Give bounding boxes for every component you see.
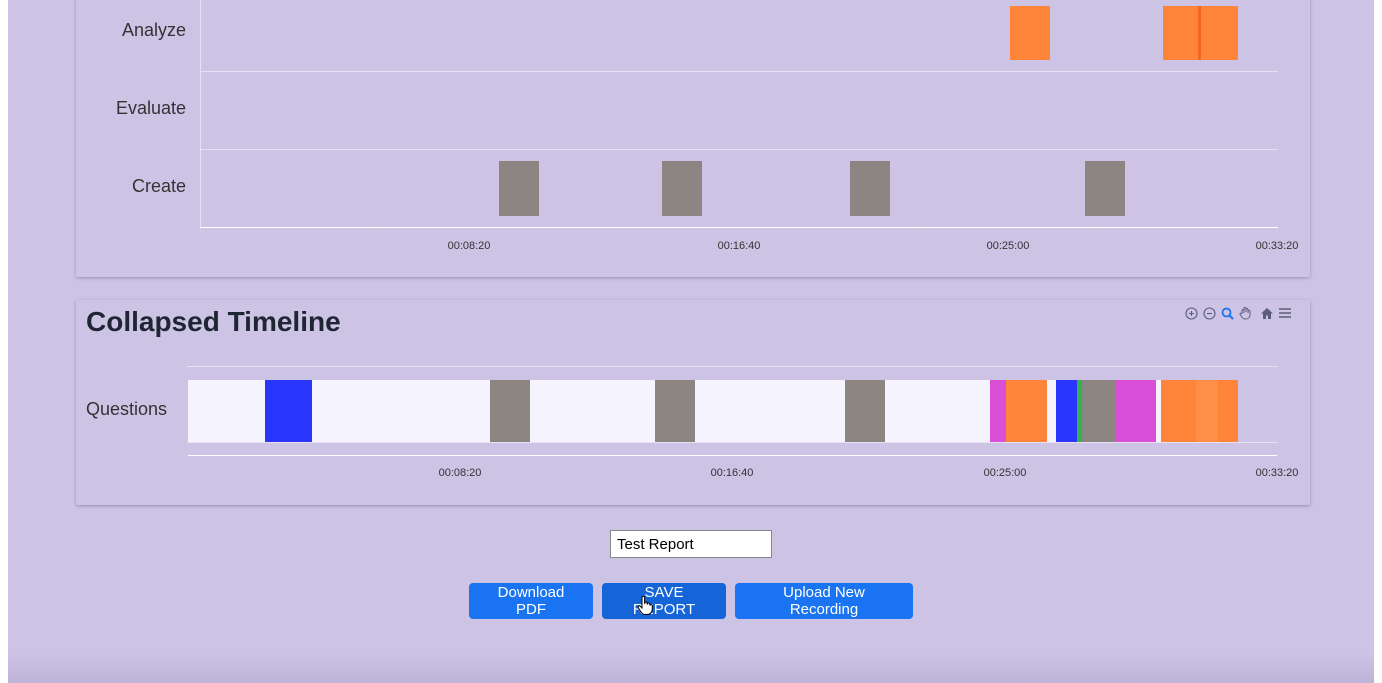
timeline-bar-create[interactable]: [850, 161, 890, 216]
x-tick: [187, 455, 188, 461]
x-tick-label: 00:16:40: [717, 240, 761, 252]
x-tick-label: 00:16:40: [710, 467, 754, 479]
grid-line: [187, 442, 1278, 443]
x-tick: [1277, 455, 1278, 461]
timeline-bar-create[interactable]: [1085, 161, 1125, 216]
x-tick: [1098, 228, 1099, 234]
collapsed-bar[interactable]: [1082, 380, 1115, 442]
chart-toolbar: [1184, 306, 1292, 320]
x-tick: [739, 228, 740, 234]
x-tick: [200, 228, 201, 234]
hand-cursor-icon: [637, 595, 653, 621]
row-label-analyze: Analyze: [121, 20, 186, 40]
collapsed-bar[interactable]: [490, 380, 530, 442]
timeline-card: [76, 0, 1310, 277]
collapsed-bar[interactable]: [265, 380, 312, 442]
x-tick: [918, 228, 919, 234]
x-tick-label: 00:08:20: [438, 467, 482, 479]
collapsed-bar[interactable]: [1006, 380, 1047, 442]
timeline-bar-create[interactable]: [662, 161, 702, 216]
x-tick-label: 00:33:20: [1255, 240, 1299, 252]
report-name-input[interactable]: [610, 530, 772, 558]
row-label-evaluate: Evaluate: [115, 98, 186, 118]
row-label-questions: Questions: [86, 399, 168, 419]
timeline-bar-analyze[interactable]: [1010, 6, 1050, 60]
zoom-out-icon[interactable]: [1202, 306, 1216, 320]
collapsed-bar[interactable]: [1056, 380, 1077, 442]
collapsed-bar[interactable]: [655, 380, 695, 442]
collapsed-timeline-title: Collapsed Timeline: [86, 306, 341, 337]
x-tick-label: 00:08:20: [447, 240, 491, 252]
collapsed-bar[interactable]: [990, 380, 1007, 442]
menu-icon[interactable]: [1278, 306, 1292, 320]
download-pdf-button[interactable]: Download PDF: [469, 583, 593, 619]
row-divider: [200, 149, 1278, 150]
zoom-in-icon[interactable]: [1184, 306, 1198, 320]
x-tick: [1277, 228, 1278, 234]
row-divider: [200, 71, 1278, 72]
y-axis-line: [200, 0, 201, 228]
page-bottom-shadow: [8, 653, 1374, 683]
collapsed-bar[interactable]: [1115, 380, 1156, 442]
timeline-bar-analyze-overlap: [1198, 6, 1201, 60]
row-label-create: Create: [131, 176, 186, 196]
home-icon[interactable]: [1260, 306, 1274, 320]
x-tick: [380, 228, 381, 234]
pan-icon[interactable]: [1238, 306, 1252, 320]
collapsed-bar-overlap: [1196, 380, 1218, 442]
grid-top-line: [187, 366, 1278, 367]
zoom-selection-icon[interactable]: [1220, 306, 1234, 320]
x-axis-line: [187, 455, 1278, 456]
x-tick-label: 00:33:20: [1255, 467, 1299, 479]
upload-new-recording-button[interactable]: Upload New Recording: [735, 583, 913, 619]
x-tick-label: 00:25:00: [983, 467, 1027, 479]
timeline-bar-create[interactable]: [499, 161, 539, 216]
x-tick-label: 00:25:00: [986, 240, 1030, 252]
save-report-button[interactable]: SAVE REPORT: [602, 583, 726, 619]
collapsed-bar[interactable]: [845, 380, 885, 442]
x-tick: [559, 228, 560, 234]
